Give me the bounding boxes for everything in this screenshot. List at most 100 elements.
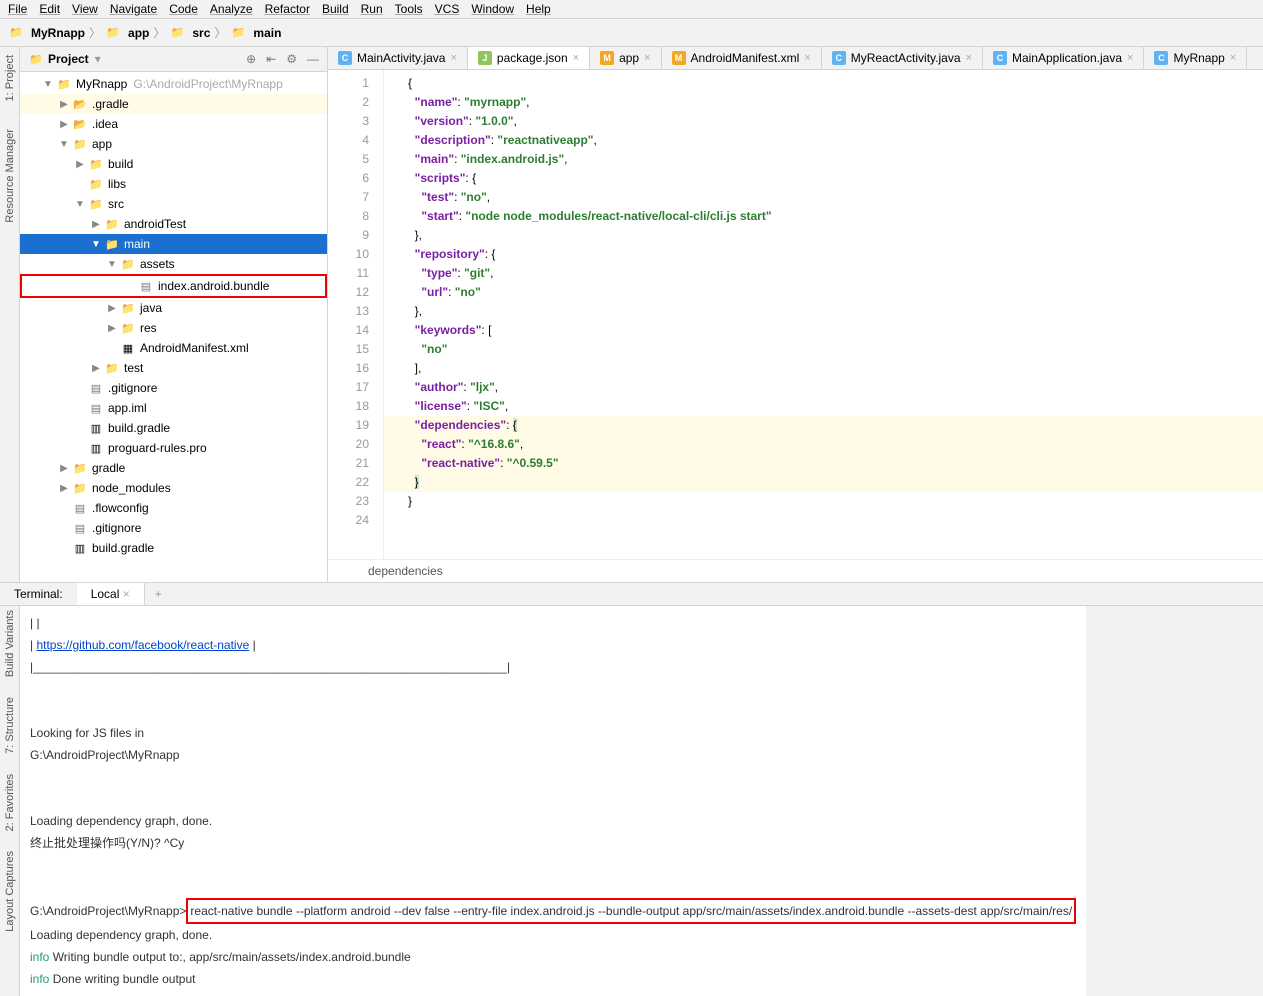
tree-item-.idea[interactable]: ▶ 📂 .idea (20, 114, 327, 134)
editor-breadcrumb[interactable]: dependencies (328, 559, 1263, 582)
terminal-add-tab[interactable]: + (145, 583, 172, 605)
tree-item-app.iml[interactable]: ▤ app.iml (20, 398, 327, 418)
editor-tab-MyRnapp[interactable]: C MyRnapp × (1144, 47, 1247, 69)
tree-item-test[interactable]: ▶ 📁 test (20, 358, 327, 378)
tree-item-label: assets (140, 257, 175, 271)
tree-item-label: .gradle (92, 97, 129, 111)
menu-analyze[interactable]: Analyze (210, 2, 253, 16)
tree-item-libs[interactable]: 📁 libs (20, 174, 327, 194)
menu-tools[interactable]: Tools (395, 2, 423, 16)
tree-item-label: libs (108, 177, 126, 191)
terminal-label: Terminal: (0, 583, 77, 605)
tree-item-androidTest[interactable]: ▶ 📁 androidTest (20, 214, 327, 234)
tree-item-.gitignore[interactable]: ▤ .gitignore (20, 518, 327, 538)
editor-tab-AndroidManifest.xml[interactable]: M AndroidManifest.xml × (662, 47, 822, 69)
breadcrumb-MyRnapp[interactable]: 📁MyRnapp (8, 25, 85, 41)
file-icon: ▤ (72, 520, 88, 536)
tree-item-label: app (92, 137, 112, 151)
chevron-down-icon[interactable]: ▾ (95, 52, 101, 66)
tree-item-assets[interactable]: ▼ 📁 assets (20, 254, 327, 274)
project-tree[interactable]: ▼ 📁 MyRnapp G:\AndroidProject\MyRnapp ▶ … (20, 72, 327, 582)
editor-tab-package.json[interactable]: J package.json × (468, 47, 590, 70)
folder-icon: 📁 (56, 76, 72, 92)
tree-item-label: src (108, 197, 124, 211)
close-icon[interactable]: × (1127, 52, 1133, 64)
menu-view[interactable]: View (72, 2, 98, 16)
menu-file[interactable]: File (8, 2, 27, 16)
menu-refactor[interactable]: Refactor (265, 2, 310, 16)
tree-item-main[interactable]: ▼ 📁 main (20, 234, 327, 254)
tree-item-proguard-rules.pro[interactable]: ▥ proguard-rules.pro (20, 438, 327, 458)
side-tab-2: Favorites[interactable]: 2: Favorites (4, 774, 16, 831)
editor-area: C MainActivity.java × J package.json × M… (328, 47, 1263, 582)
tree-item-app[interactable]: ▼ 📁 app (20, 134, 327, 154)
terminal-content[interactable]: | || https://github.com/facebook/react-n… (20, 606, 1086, 996)
tree-item-java[interactable]: ▶ 📁 java (20, 298, 327, 318)
tree-item-node_modules[interactable]: ▶ 📁 node_modules (20, 478, 327, 498)
tree-item-.gradle[interactable]: ▶ 📂 .gradle (20, 94, 327, 114)
collapse-icon[interactable]: ⇤ (266, 52, 276, 66)
tree-item-build.gradle[interactable]: ▥ build.gradle (20, 418, 327, 438)
editor-tab-MainApplication.java[interactable]: C MainApplication.java × (983, 47, 1145, 69)
file-icon: ▤ (88, 380, 104, 396)
hide-icon[interactable]: — (307, 52, 319, 66)
tree-item-label: proguard-rules.pro (108, 441, 207, 455)
tree-item-src[interactable]: ▼ 📁 src (20, 194, 327, 214)
file-icon: ▦ (120, 340, 136, 356)
tree-item-build.gradle[interactable]: ▥ build.gradle (20, 538, 327, 558)
close-icon[interactable]: × (1230, 52, 1236, 64)
tree-item-AndroidManifest.xml[interactable]: ▦ AndroidManifest.xml (20, 338, 327, 358)
tree-item-.gitignore[interactable]: ▤ .gitignore (20, 378, 327, 398)
folder-icon: 📁 (104, 236, 120, 252)
close-icon[interactable]: × (966, 52, 972, 64)
tree-item-build[interactable]: ▶ 📁 build (20, 154, 327, 174)
editor-tab-MyReactActivity.java[interactable]: C MyReactActivity.java × (822, 47, 983, 69)
menu-edit[interactable]: Edit (39, 2, 60, 16)
tree-item-index.android.bundle[interactable]: ▤ index.android.bundle (20, 274, 327, 298)
tab-label: app (619, 51, 639, 65)
side-tab-Layout Captures[interactable]: Layout Captures (4, 851, 16, 932)
tree-item-path: G:\AndroidProject\MyRnapp (133, 77, 282, 91)
folder-icon: 📁 (104, 360, 120, 376)
project-tool-window: 📁 Project ▾ ⊕ ⇤ ⚙ — ▼ 📁 MyRnapp G:\Andro… (20, 47, 328, 582)
tree-item-label: main (124, 237, 150, 251)
menu-code[interactable]: Code (169, 2, 198, 16)
gear-icon[interactable]: ⚙ (286, 52, 297, 66)
editor-code[interactable]: { "name": "myrnapp", "version": "1.0.0",… (384, 70, 1263, 559)
left-tool-stripe: 1: Project Resource Manager (0, 47, 20, 582)
editor-tab-app[interactable]: M app × (590, 47, 661, 69)
tree-item-MyRnapp[interactable]: ▼ 📁 MyRnapp G:\AndroidProject\MyRnapp (20, 74, 327, 94)
close-icon[interactable]: × (804, 52, 810, 64)
editor-tab-MainActivity.java[interactable]: C MainActivity.java × (328, 47, 468, 69)
tree-item-label: .idea (92, 117, 118, 131)
editor-gutter: 123456789101112131415161718192021222324 (328, 70, 384, 559)
close-icon[interactable]: × (573, 52, 579, 64)
tab-resource-manager[interactable]: Resource Manager (4, 125, 16, 227)
close-icon[interactable]: × (644, 52, 650, 64)
terminal-tab-local[interactable]: Local × (77, 583, 145, 605)
target-icon[interactable]: ⊕ (246, 52, 256, 66)
tree-item-gradle[interactable]: ▶ 📁 gradle (20, 458, 327, 478)
side-tab-Build Variants[interactable]: Build Variants (4, 610, 16, 677)
menu-vcs[interactable]: VCS (435, 2, 460, 16)
menu-help[interactable]: Help (526, 2, 551, 16)
menu-window[interactable]: Window (471, 2, 514, 16)
folder-icon: 📁 (72, 460, 88, 476)
tree-item-label: gradle (92, 461, 125, 475)
breadcrumb-app[interactable]: 📁app (105, 25, 149, 41)
tab-project[interactable]: 1: Project (4, 51, 16, 105)
folder-icon: 📁 (72, 136, 88, 152)
terminal-tabs: Terminal: Local × + (0, 582, 1263, 606)
tree-item-res[interactable]: ▶ 📁 res (20, 318, 327, 338)
breadcrumb-main[interactable]: 📁main (230, 25, 281, 41)
breadcrumb-src[interactable]: 📁src (169, 25, 210, 41)
tab-label: MainActivity.java (357, 51, 445, 65)
menu-run[interactable]: Run (361, 2, 383, 16)
folder-icon: 📁 (28, 51, 44, 67)
file-type-icon: M (600, 51, 614, 65)
menu-navigate[interactable]: Navigate (110, 2, 157, 16)
close-icon[interactable]: × (450, 52, 456, 64)
menu-build[interactable]: Build (322, 2, 349, 16)
side-tab-7: Structure[interactable]: 7: Structure (4, 697, 16, 754)
tree-item-.flowconfig[interactable]: ▤ .flowconfig (20, 498, 327, 518)
